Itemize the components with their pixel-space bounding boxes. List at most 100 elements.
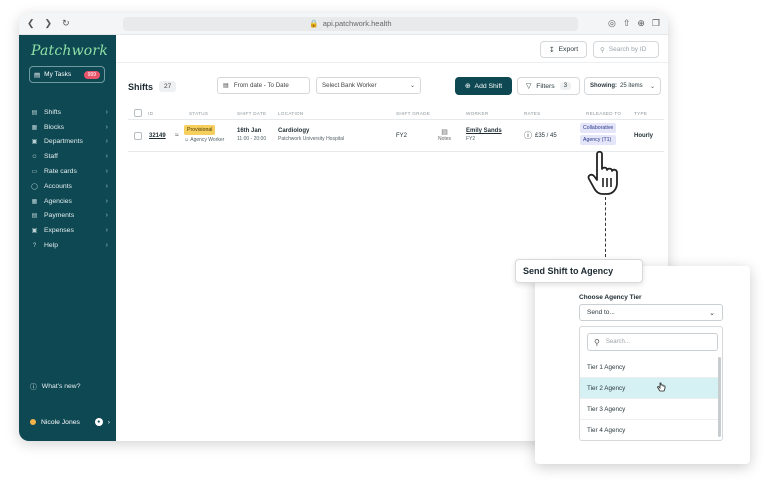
agencies-icon: ▦	[31, 198, 38, 205]
share-icon[interactable]: ⇧	[623, 18, 631, 29]
download-icon[interactable]: ◎	[608, 18, 616, 29]
rates-cell: ⓘ £35 / 45	[524, 130, 557, 141]
page-title: Shifts 27	[128, 81, 177, 92]
row-checkbox[interactable]	[134, 131, 142, 140]
table-row[interactable]: 32149 ≈ Provisional ☺ Agency Worker 16th…	[128, 120, 664, 152]
chevron-right-icon: ›	[105, 138, 108, 146]
tabs-icon[interactable]: ❐	[652, 18, 660, 29]
shifts-table: ID STATUS SHIFT DATE LOCATION SHIFT GRAD…	[128, 107, 664, 152]
accounts-icon: ◯	[31, 183, 38, 190]
sidebar-item-label: Payments	[44, 212, 75, 220]
sidebar-item-departments[interactable]: ▣ Departments ›	[19, 135, 116, 150]
address-bar[interactable]: 🔒 api.patchwork.health	[123, 16, 578, 31]
notes-button[interactable]: ▤ Notes	[438, 128, 451, 142]
sidebar-item-rate-cards[interactable]: ▭ Rate cards ›	[19, 164, 116, 179]
payments-icon: ▤	[31, 213, 38, 220]
dropdown-option[interactable]: Tier 3 Agency	[580, 399, 718, 420]
released-tag[interactable]: Agency (T1)	[580, 135, 617, 145]
sidebar-item-expenses[interactable]: ▣ Expenses ›	[19, 223, 116, 238]
sidebar-item-label: Agencies	[44, 197, 72, 205]
help-icon: ?	[32, 242, 37, 249]
sidebar-item-staff[interactable]: ☺ Staff ›	[19, 149, 116, 164]
sidebar-item-shifts[interactable]: ▤ Shifts ›	[19, 105, 116, 120]
sidebar-item-label: Accounts	[44, 182, 72, 190]
topbar: ↧ Export ⚲ Search by ID	[116, 35, 668, 63]
search-icon: ⚲	[594, 337, 600, 347]
column-header: RELEASED TO	[586, 110, 622, 116]
shift-grade: FY2	[396, 132, 408, 139]
search-icon: ⚲	[600, 46, 605, 54]
shift-type: Hourly	[634, 132, 654, 139]
filters-label: Filters	[536, 82, 555, 90]
column-header: LOCATION	[278, 110, 304, 116]
sidebar-item-blocks[interactable]: ▦ Blocks ›	[19, 120, 116, 135]
notes-icon: ▤	[441, 129, 448, 136]
worker-cell: Emily Sands FY2	[466, 128, 502, 142]
add-shift-button[interactable]: ⊕ Add Shift	[455, 77, 512, 95]
back-icon[interactable]: ❮	[27, 18, 35, 29]
staff-icon: ☺	[31, 153, 38, 160]
chevron-right-icon: ›	[105, 108, 108, 116]
agency-tier-select[interactable]: Send to... ⌄	[579, 304, 723, 321]
browser-chrome: ❮ ❯ ↻ 🔒 api.patchwork.health ◎ ⇧ ⊕ ❐	[19, 13, 668, 35]
chevron-down-icon: ⌄	[649, 83, 655, 90]
sidebar-item-help[interactable]: ? Help ›	[19, 238, 116, 253]
worker-name[interactable]: Emily Sands	[466, 128, 502, 134]
sidebar-item-payments[interactable]: ▤ Payments ›	[19, 209, 116, 224]
blocks-icon: ▦	[31, 124, 38, 131]
user-menu[interactable]: Nicole Jones ● ›	[30, 418, 110, 426]
dropdown-option-selected[interactable]: Tier 2 Agency	[580, 378, 718, 399]
download-icon: ↧	[548, 46, 555, 54]
page-size-select[interactable]: Showing: 25 items ⌄	[584, 77, 661, 95]
showing-value: 25 items	[620, 83, 643, 89]
building-icon: ▣	[31, 139, 38, 146]
dropdown-option[interactable]: Tier 4 Agency	[580, 420, 718, 440]
location-cell: Cardiology Patchwork University Hospital	[278, 128, 344, 142]
forward-icon[interactable]: ❯	[45, 18, 53, 29]
dropdown-option[interactable]: Tier 1 Agency	[580, 357, 718, 378]
location-hospital: Patchwork University Hospital	[278, 136, 345, 142]
connector-line	[605, 197, 606, 257]
column-header: ID	[148, 110, 154, 116]
agency-icon: ☺	[184, 137, 190, 143]
status-sub: ☺ Agency Worker	[184, 137, 224, 143]
notes-label: Notes	[438, 136, 452, 142]
sidebar-item-agencies[interactable]: ▦ Agencies ›	[19, 194, 116, 209]
dropdown-scrollbar[interactable]	[718, 357, 721, 437]
new-tab-icon[interactable]: ⊕	[637, 18, 645, 29]
search-by-id-input[interactable]: ⚲ Search by ID	[593, 41, 659, 58]
rate-card-icon: ▭	[31, 169, 38, 176]
column-header: STATUS	[189, 110, 209, 116]
select-all-checkbox[interactable]	[134, 109, 142, 117]
shift-id-link[interactable]: 32149	[149, 133, 166, 139]
expenses-icon: ▣	[31, 228, 38, 235]
dropdown-search-input[interactable]: ⚲ Search...	[587, 333, 718, 351]
info-icon: ⓘ	[30, 384, 37, 391]
export-button[interactable]: ↧ Export	[540, 41, 587, 58]
bank-worker-select[interactable]: Select Bank Worker ⌄	[316, 77, 421, 94]
location-name: Cardiology	[278, 128, 310, 134]
date-range-picker[interactable]: ▤ From date - To Date	[217, 77, 310, 94]
stage: ❮ ❯ ↻ 🔒 api.patchwork.health ◎ ⇧ ⊕ ❐ Pat…	[0, 0, 768, 486]
whats-new-link[interactable]: ⓘ What's new?	[30, 381, 81, 392]
calendar-icon: ▤	[31, 109, 38, 116]
chevron-right-icon: ›	[105, 182, 108, 190]
my-tasks-label: My Tasks	[44, 71, 72, 78]
plus-circle-icon: ⊕	[464, 83, 471, 90]
calendar-icon: ▤	[223, 82, 229, 89]
user-name: Nicole Jones	[41, 418, 80, 426]
table-header: ID STATUS SHIFT DATE LOCATION SHIFT GRAD…	[128, 107, 664, 120]
sidebar-item-accounts[interactable]: ◯ Accounts ›	[19, 179, 116, 194]
shift-date: 16th Jan	[237, 128, 262, 134]
reload-icon[interactable]: ↻	[62, 18, 70, 29]
lock-icon: 🔒	[309, 19, 319, 28]
my-tasks-button[interactable]: ▤ My Tasks 999	[29, 66, 105, 83]
filter-icon: ▽	[525, 83, 532, 90]
sidebar: Patchwork ▤ My Tasks 999 ▤ Shifts › ▦ Block…	[19, 35, 116, 441]
released-to-cell: Collaborative Agency (T1)	[580, 123, 617, 147]
wifi-icon: ≈	[175, 132, 179, 139]
chevron-right-icon: ›	[105, 168, 108, 176]
notification-icon[interactable]: ●	[94, 418, 103, 426]
chevron-right-icon: ›	[105, 123, 108, 131]
filters-button[interactable]: ▽ Filters 3	[517, 77, 580, 95]
